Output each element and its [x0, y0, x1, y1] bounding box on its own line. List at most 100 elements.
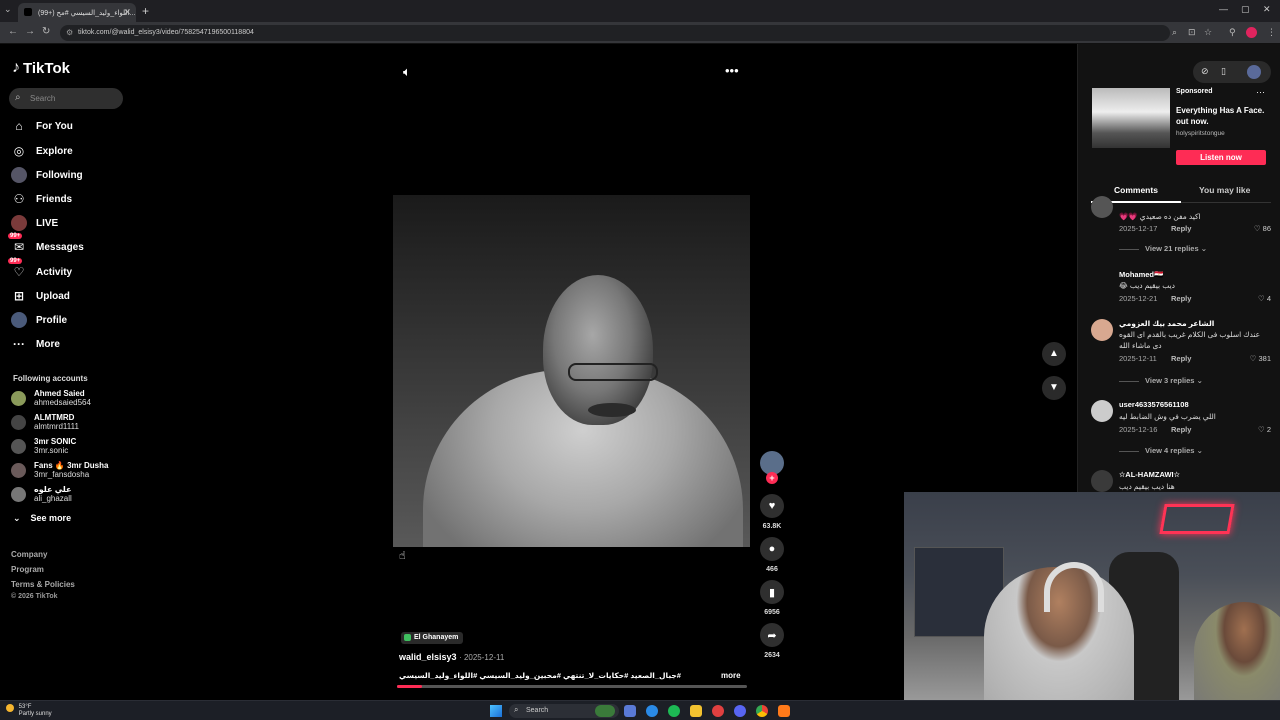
- forward-icon[interactable]: →: [25, 26, 35, 37]
- footer-company[interactable]: Company: [11, 550, 47, 559]
- maximize-icon[interactable]: ▢: [1241, 4, 1250, 15]
- previous-video-button[interactable]: ▲: [1042, 342, 1066, 366]
- site-info-icon[interactable]: ⚙: [66, 28, 73, 37]
- close-tab-icon[interactable]: ✕: [123, 7, 131, 18]
- save-button[interactable]: ▮ 6956: [760, 580, 784, 616]
- followed-account[interactable]: علي علوه ali_ghazall: [11, 484, 126, 504]
- like-button[interactable]: ♥ 63.8K: [760, 494, 784, 530]
- browser-tab[interactable]: (99+) اللواء_وليد_السيسي #مح... ✕: [18, 3, 136, 22]
- weather-widget[interactable]: 53°F Partly sunny: [6, 704, 52, 718]
- comment-like[interactable]: ♡ 86: [1254, 224, 1271, 233]
- avatar[interactable]: [1091, 319, 1113, 341]
- nav-explore[interactable]: ◎ Explore: [11, 141, 126, 161]
- reply-button[interactable]: Reply: [1171, 294, 1191, 303]
- edge-icon[interactable]: [646, 705, 658, 717]
- comment-like[interactable]: ♡ 381: [1250, 354, 1271, 363]
- user-avatar[interactable]: [1247, 65, 1261, 79]
- follow-button[interactable]: +: [766, 472, 778, 484]
- avatar[interactable]: [1091, 400, 1113, 422]
- copilot-icon[interactable]: [624, 705, 636, 717]
- comment-button[interactable]: ● 466: [760, 537, 784, 573]
- view-replies-button[interactable]: View 3 replies ⌄: [1119, 376, 1203, 385]
- comment-username[interactable]: user4633576561108: [1119, 400, 1189, 409]
- nav-for-you[interactable]: ⌂ For You: [11, 116, 126, 136]
- view-replies-button[interactable]: View 21 replies ⌄: [1119, 244, 1207, 253]
- ad-thumbnail[interactable]: [1092, 88, 1170, 148]
- comment-like[interactable]: ♡ 4: [1258, 294, 1271, 303]
- reload-icon[interactable]: ↻: [42, 26, 50, 37]
- nav-live[interactable]: LIVE: [11, 213, 126, 233]
- reply-button[interactable]: Reply: [1171, 354, 1191, 363]
- nav-messages[interactable]: ✉ 99+ Messages: [8, 233, 126, 257]
- tiktok-note-icon: ♪: [12, 59, 20, 76]
- reply-button[interactable]: Reply: [1171, 425, 1191, 434]
- nav-friends[interactable]: ⚇ Friends: [11, 189, 126, 209]
- windows-start-icon[interactable]: [490, 705, 502, 717]
- zoom-icon[interactable]: ⌕: [1172, 27, 1177, 38]
- file-explorer-icon[interactable]: [690, 705, 702, 717]
- nav-following[interactable]: Following: [11, 165, 126, 185]
- volume-icon[interactable]: 🔈︎: [403, 64, 411, 80]
- activity-badge: 99+: [8, 258, 23, 264]
- share-button[interactable]: ➦ 2634: [760, 623, 784, 659]
- see-more-button[interactable]: ⌄ See more: [13, 513, 71, 524]
- account-name: Fans 🔥 3mr Dusha: [34, 461, 109, 470]
- video-progress-bar[interactable]: [397, 685, 747, 688]
- new-tab-button[interactable]: +: [142, 4, 149, 18]
- profile-avatar-icon[interactable]: [1246, 27, 1257, 38]
- tab-comments[interactable]: Comments: [1114, 185, 1158, 195]
- chrome-icon[interactable]: [756, 705, 768, 717]
- back-icon[interactable]: ←: [8, 26, 18, 37]
- video-caption[interactable]: #جبال_الصعيد #حكايات_لا_تنتهي #محبين_ولي…: [399, 671, 719, 680]
- followed-account[interactable]: 3mr SONIC 3mr.sonic: [11, 436, 126, 456]
- listen-now-button[interactable]: Listen now: [1176, 150, 1266, 165]
- explore-icon[interactable]: ⊘: [1201, 66, 1209, 77]
- nav-more[interactable]: ··· More: [11, 334, 126, 354]
- caption-more-button[interactable]: more: [721, 671, 741, 680]
- author-username[interactable]: walid_elsisy3: [399, 652, 457, 662]
- spotify-icon[interactable]: [668, 705, 680, 717]
- more-options-icon[interactable]: •••: [725, 63, 739, 78]
- extensions-icon[interactable]: ⚲: [1229, 27, 1236, 38]
- tiktok-logo[interactable]: ♪ TikTok: [12, 59, 70, 77]
- reply-button[interactable]: Reply: [1171, 224, 1191, 233]
- url-field[interactable]: ⚙ tiktok.com/@walid_elsisy3/video/758254…: [60, 25, 1170, 41]
- channel-tag[interactable]: El Ghanayem: [401, 632, 464, 644]
- view-replies-button[interactable]: View 4 replies ⌄: [1119, 446, 1203, 455]
- footer-program[interactable]: Program: [11, 565, 44, 574]
- device-icon[interactable]: ▯: [1221, 66, 1226, 77]
- minimize-icon[interactable]: —: [1219, 4, 1228, 14]
- ad-handle[interactable]: holyspiritstongue: [1176, 130, 1225, 137]
- discord-icon[interactable]: [734, 705, 746, 717]
- footer-terms[interactable]: Terms & Policies: [11, 580, 75, 589]
- avatar[interactable]: [1091, 196, 1113, 218]
- video-player[interactable]: [393, 195, 750, 547]
- nav-activity[interactable]: ♡ 99+ Activity: [8, 258, 126, 282]
- ad-title[interactable]: Everything Has A Face. out now.: [1176, 105, 1276, 127]
- mouse-cursor-icon: ☝: [399, 550, 406, 562]
- tab-search-icon[interactable]: ⌄: [4, 4, 12, 15]
- chrome-alt-icon[interactable]: [712, 705, 724, 717]
- followed-account[interactable]: Ahmed Saied ahmedsaied564: [11, 388, 126, 408]
- comment-username[interactable]: ✫AL-HAMZAWI✫: [1119, 470, 1180, 479]
- bookmark-star-icon[interactable]: ☆: [1204, 27, 1212, 38]
- search-input[interactable]: ⌕ Search: [9, 88, 123, 109]
- next-video-button[interactable]: ▼: [1042, 376, 1066, 400]
- followed-account[interactable]: ALMTMRD almtmrd1111: [11, 412, 126, 432]
- comment-username[interactable]: Mohamed🇪🇬: [1119, 270, 1163, 279]
- install-icon[interactable]: ⊡: [1188, 27, 1196, 38]
- followed-account[interactable]: Fans 🔥 3mr Dusha 3mr_fansdosha: [11, 460, 126, 480]
- avatar[interactable]: [1091, 470, 1113, 492]
- comment-date: 2025-12-11: [1119, 354, 1157, 363]
- nav-upload[interactable]: ⊞ Upload: [11, 286, 126, 306]
- nav-label: Messages: [36, 241, 84, 253]
- tab-you-may-like[interactable]: You may like: [1199, 185, 1250, 195]
- ad-more-icon[interactable]: ···: [1256, 87, 1265, 97]
- browser-menu-icon[interactable]: ⋮: [1267, 27, 1276, 38]
- nav-profile[interactable]: Profile: [11, 310, 126, 330]
- widgets-app-icon[interactable]: [595, 705, 615, 717]
- comment-username[interactable]: الشاعر محمد بيك العزومي: [1119, 319, 1214, 328]
- comment-like[interactable]: ♡ 2: [1258, 425, 1271, 434]
- app-icon[interactable]: [778, 705, 790, 717]
- close-window-icon[interactable]: ✕: [1263, 4, 1271, 15]
